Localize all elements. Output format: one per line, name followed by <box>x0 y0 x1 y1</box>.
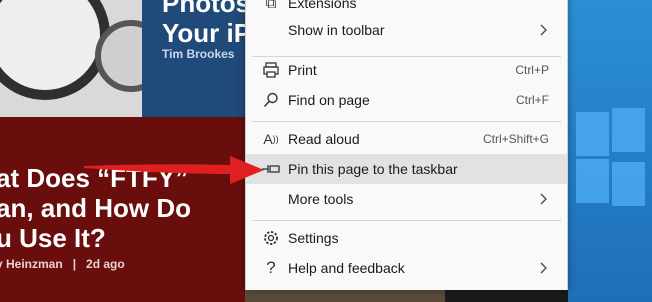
search-icon <box>261 90 281 110</box>
article-card-2[interactable]: at Does “FTFY” an, and How Do u Use It? … <box>0 117 245 302</box>
shortcut-text: Ctrl+F <box>516 93 549 107</box>
menu-item-find-on-page[interactable]: Find on page Ctrl+F <box>246 85 567 115</box>
article-1-title[interactable]: Photos Your iP <box>162 0 245 48</box>
photo-object <box>0 0 110 100</box>
menu-item-help-and-feedback[interactable]: ? Help and feedback <box>246 253 567 283</box>
menu-item-label: Settings <box>288 230 339 246</box>
article-2-byline: y Heinzman | 2d ago <box>0 257 125 271</box>
menu-item-show-in-toolbar[interactable]: Show in toolbar <box>246 15 567 45</box>
article-1-byline: Tim Brookes| <box>162 47 245 61</box>
article-2-author[interactable]: y Heinzman <box>0 257 63 271</box>
menu-item-settings[interactable]: Settings <box>246 223 567 253</box>
article-photo-bottom[interactable] <box>245 290 445 302</box>
browser-menu: ⧉ Extensions Show in toolbar Print Ctrl+… <box>245 0 568 290</box>
menu-item-label: More tools <box>288 191 354 207</box>
chevron-right-icon <box>540 193 547 205</box>
article-card-1[interactable]: Photos Your iP Tim Brookes| <box>142 0 245 117</box>
menu-item-label: Find on page <box>288 92 370 108</box>
menu-item-label: Show in toolbar <box>288 22 385 38</box>
menu-divider <box>252 121 561 122</box>
shortcut-text: Ctrl+Shift+G <box>482 132 549 146</box>
shortcut-text: Ctrl+P <box>515 63 549 77</box>
byline-separator: | <box>72 257 77 271</box>
extensions-icon: ⧉ <box>265 0 277 12</box>
desktop-background <box>568 0 652 302</box>
menu-item-label: Print <box>288 62 317 78</box>
article-photo[interactable] <box>0 0 142 117</box>
gear-icon <box>261 228 281 248</box>
menu-divider <box>252 220 561 221</box>
help-icon: ? <box>266 258 276 277</box>
menu-item-label: Extensions <box>288 0 357 11</box>
chevron-right-icon <box>540 24 547 36</box>
menu-item-print[interactable]: Print Ctrl+P <box>246 55 567 85</box>
menu-item-label: Pin this page to the taskbar <box>288 161 458 177</box>
read-aloud-icon: A)) <box>263 131 279 147</box>
article-2-time: 2d ago <box>86 257 125 271</box>
print-icon <box>261 60 281 80</box>
annotation-arrow-icon <box>84 156 264 184</box>
menu-item-label: Read aloud <box>288 131 360 147</box>
article-1-author[interactable]: Tim Brookes <box>162 47 234 61</box>
chevron-right-icon <box>540 262 547 274</box>
menu-item-label: Help and feedback <box>288 260 405 276</box>
menu-item-more-tools[interactable]: More tools <box>246 184 567 214</box>
menu-item-pin-to-taskbar[interactable]: Pin this page to the taskbar <box>246 154 567 184</box>
menu-item-read-aloud[interactable]: A)) Read aloud Ctrl+Shift+G <box>246 124 567 154</box>
